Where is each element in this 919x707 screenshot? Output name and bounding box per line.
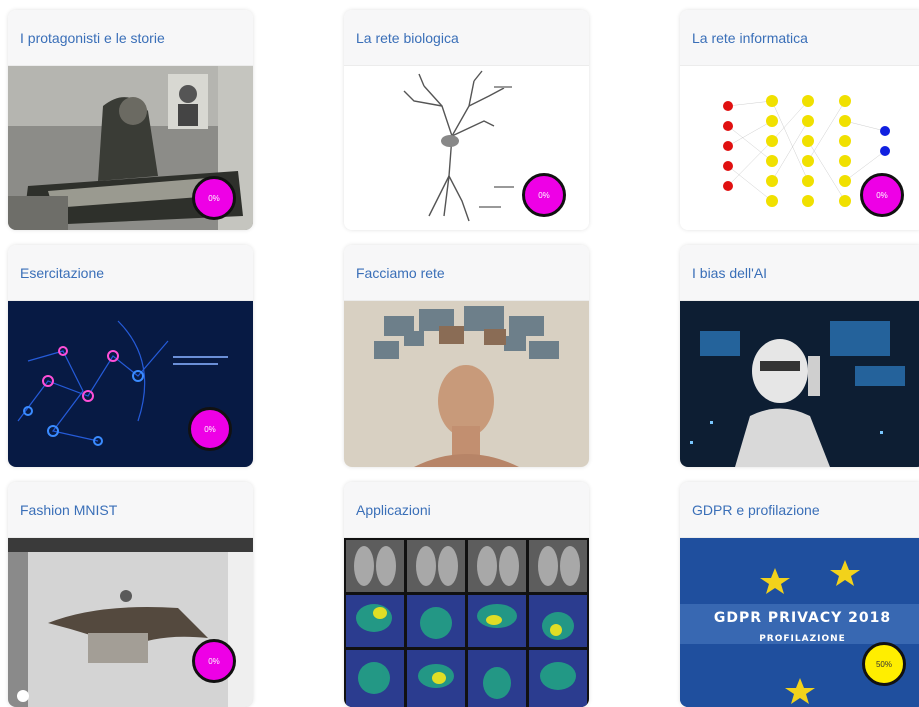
card-title: Applicazioni <box>356 501 431 518</box>
card-title: Fashion MNIST <box>20 501 118 518</box>
card-title: La rete biologica <box>356 29 459 46</box>
progress-badge: 0% <box>188 407 232 451</box>
card-title: La rete informatica <box>692 29 808 46</box>
card-rete-biologica[interactable]: La rete biologica 0% <box>344 10 589 230</box>
card-bias-ai[interactable]: I bias dell'AI <box>680 245 919 467</box>
gdpr-banner-line1: GDPR PRIVACY 2018 <box>713 610 892 626</box>
card-title: Facciamo rete <box>356 264 445 281</box>
progress-badge: 0% <box>192 639 236 683</box>
progress-badge: 0% <box>192 176 236 220</box>
card-esercitazione[interactable]: Esercitazione 0% <box>8 245 253 467</box>
progress-badge: 0% <box>860 173 904 217</box>
card-title: I protagonisti e le storie <box>20 29 165 46</box>
robot-scales-image[interactable] <box>680 301 919 467</box>
progress-badge: 0% <box>522 173 566 217</box>
card-title: GDPR e profilazione <box>692 501 820 518</box>
card-rete-informatica[interactable]: La rete informatica 0% <box>680 10 919 230</box>
card-facciamo-rete[interactable]: Facciamo rete <box>344 245 589 467</box>
xray-heatmap-image[interactable] <box>344 538 589 707</box>
woman-face-collage-image[interactable] <box>344 301 589 467</box>
card-title: Esercitazione <box>20 264 105 281</box>
card-protagonisti[interactable]: I protagonisti e le storie 0% <box>8 10 253 230</box>
card-fashion-mnist[interactable]: Fashion MNIST 0% <box>8 482 253 707</box>
card-gdpr[interactable]: GDPR e profilazione GDPR PRIVACY 2018 PR… <box>680 482 919 707</box>
card-applicazioni[interactable]: Applicazioni <box>344 482 589 707</box>
card-title: I bias dell'AI <box>692 264 768 281</box>
progress-badge: 50% <box>862 642 906 686</box>
